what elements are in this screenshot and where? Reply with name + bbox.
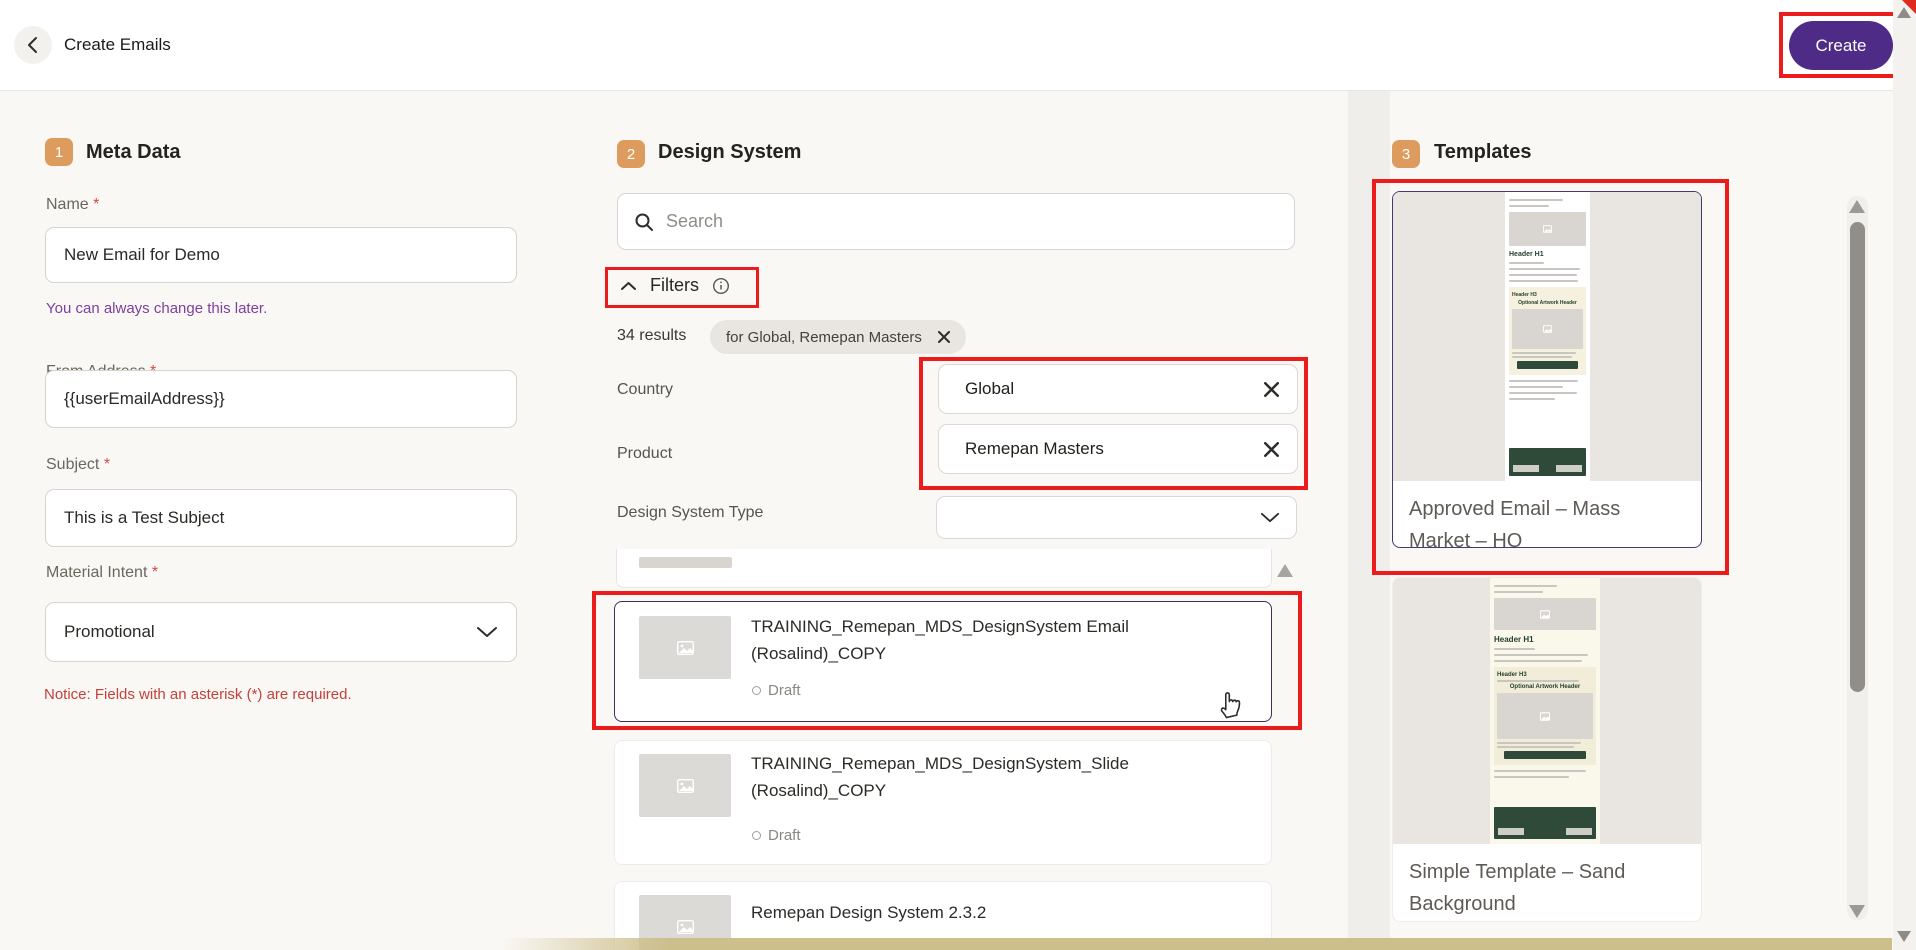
template-card[interactable]: Header H1 Header H3 Optional Artwork Hea… — [1392, 577, 1702, 922]
required-asterisk: * — [104, 456, 110, 473]
material-intent-select[interactable]: Promotional — [45, 602, 517, 662]
preview-header-h1: Header H1 — [1509, 251, 1586, 258]
chevron-down-icon — [1260, 512, 1280, 523]
search-icon — [634, 212, 654, 232]
country-filter-label: Country — [617, 381, 673, 399]
x-icon — [1264, 442, 1279, 457]
corner-marker — [1902, 0, 1916, 14]
subject-input[interactable] — [45, 489, 517, 547]
image-placeholder-icon — [677, 779, 694, 793]
chevron-up-icon — [620, 281, 637, 291]
item-status: Draft — [752, 827, 801, 844]
template-preview: Header H1 Header H3 Optional Artwork Hea… — [1393, 192, 1701, 481]
item-title: TRAINING_Remepan_MDS_DesignSystem Email … — [751, 613, 1203, 667]
subject-label: Subject * — [46, 456, 110, 474]
chip-clear-icon[interactable] — [938, 331, 950, 343]
page-title: Create Emails — [64, 35, 171, 55]
create-emails-page: Create Emails Create 1 Meta Data Name * … — [0, 0, 1916, 950]
country-filter-field[interactable]: Global — [938, 364, 1298, 414]
preview-artwork-label: Optional Artwork Header — [1497, 684, 1593, 690]
item-thumbnail — [639, 616, 731, 679]
preview-header-h3: Header H3 — [1497, 672, 1593, 678]
status-dot — [752, 686, 761, 695]
status-dot — [752, 831, 761, 840]
back-button[interactable] — [14, 26, 52, 64]
step-badge-meta-data: 1 — [45, 138, 73, 166]
active-filter-chip[interactable]: for Global, Remepan Masters — [710, 320, 966, 354]
design-system-search[interactable] — [617, 193, 1295, 250]
item-title: TRAINING_Remepan_MDS_DesignSystem_Slide … — [751, 750, 1203, 804]
template-preview: Header H1 Header H3 Optional Artwork Hea… — [1393, 578, 1701, 844]
product-filter-label: Product — [617, 445, 672, 463]
search-input[interactable] — [666, 211, 1278, 232]
chip-label: for Global, Remepan Masters — [726, 329, 922, 346]
required-fields-notice: Notice: Fields with an asterisk (*) are … — [44, 686, 352, 703]
template-card-label: Simple Template – Sand Background — [1393, 844, 1663, 922]
templates-heading: Templates — [1434, 141, 1531, 164]
name-input[interactable] — [45, 227, 517, 283]
page-scrollbar-track[interactable] — [1893, 0, 1916, 950]
meta-data-heading: Meta Data — [86, 141, 180, 164]
image-placeholder-icon — [677, 920, 694, 934]
name-helper-text: You can always change this later. — [46, 300, 267, 317]
x-icon — [1264, 382, 1279, 397]
chevron-down-icon — [476, 626, 498, 638]
chevron-left-icon — [26, 36, 40, 54]
info-icon[interactable] — [712, 277, 730, 295]
required-asterisk: * — [93, 196, 99, 213]
column-divider — [1348, 91, 1390, 950]
page-scroll-down-icon[interactable] — [1897, 931, 1911, 942]
name-label: Name * — [46, 196, 99, 214]
list-scroll-up-icon[interactable] — [1277, 564, 1293, 577]
template-card[interactable]: Header H1 Header H3 Optional Artwork Hea… — [1392, 191, 1702, 548]
results-count: 34 results — [617, 327, 686, 345]
item-thumbnail — [639, 754, 731, 817]
product-clear-button[interactable] — [1262, 440, 1281, 459]
filters-label: Filters — [650, 275, 699, 296]
preview-header-h1: Header H1 — [1494, 635, 1596, 644]
create-button[interactable]: Create — [1789, 21, 1893, 70]
step-badge-design-system: 2 — [617, 140, 645, 168]
templates-scroll-up-icon[interactable] — [1849, 200, 1865, 213]
required-asterisk: * — [152, 564, 158, 581]
design-system-type-label: Design System Type — [617, 504, 763, 522]
preview-artwork-label: Optional Artwork Header — [1512, 300, 1583, 306]
design-system-heading: Design System — [658, 141, 801, 164]
list-item-partial[interactable] — [616, 549, 1272, 588]
from-address-input[interactable] — [45, 370, 517, 428]
country-clear-button[interactable] — [1262, 380, 1281, 399]
templates-scrollbar-thumb[interactable] — [1850, 222, 1865, 692]
item-title: Remepan Design System 2.3.2 — [751, 899, 1203, 926]
image-placeholder-icon — [677, 641, 694, 655]
top-header: Create Emails — [0, 0, 1893, 91]
email-preview-mock: Header H1 Header H3 Optional Artwork Hea… — [1505, 192, 1590, 481]
step-badge-templates: 3 — [1392, 140, 1420, 168]
preview-header-h3: Header H3 — [1512, 292, 1583, 298]
item-status: Draft — [752, 682, 801, 699]
product-filter-field[interactable]: Remepan Masters — [938, 424, 1298, 474]
material-intent-label: Material Intent * — [46, 564, 158, 582]
email-preview-mock: Header H1 Header H3 Optional Artwork Hea… — [1490, 578, 1600, 844]
templates-scroll-down-icon[interactable] — [1849, 905, 1865, 918]
bottom-cutoff-bar — [500, 938, 1892, 950]
design-system-type-select[interactable] — [936, 496, 1297, 539]
list-item[interactable]: TRAINING_Remepan_MDS_DesignSystem_Slide … — [614, 740, 1272, 865]
template-card-label: Approved Email – Mass Market – HQ — [1393, 481, 1663, 548]
filters-toggle[interactable]: Filters — [620, 275, 730, 296]
list-item[interactable]: TRAINING_Remepan_MDS_DesignSystem Email … — [614, 601, 1272, 722]
skeleton-bar — [639, 557, 732, 568]
